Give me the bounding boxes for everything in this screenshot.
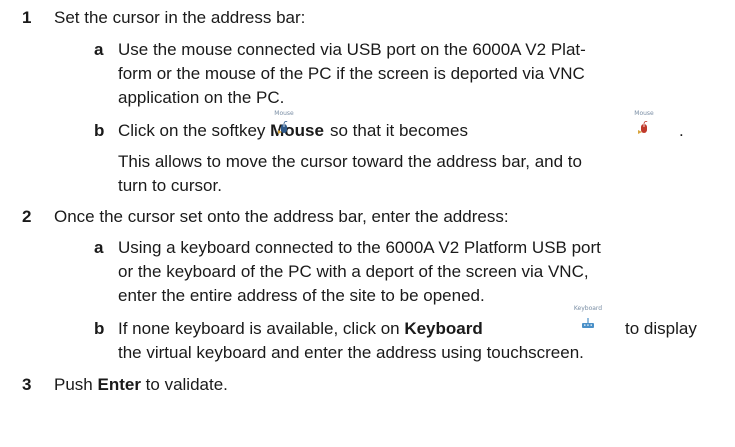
step-number: 2: [22, 207, 32, 226]
softkey-caption: Mouse: [634, 110, 654, 117]
substep-letter: b: [94, 121, 105, 140]
step-text: Push Enter to validate.: [54, 373, 228, 397]
substep-text: to display: [625, 319, 697, 338]
step-text: Once the cursor set onto the address bar…: [54, 207, 509, 226]
step-text: Set the cursor in the address bar:: [54, 8, 306, 27]
substep-line: If none keyboard is available, click on …: [118, 317, 483, 341]
note-line: This allows to move the cursor toward th…: [118, 152, 582, 171]
softkey-name: Keyboard: [404, 319, 483, 338]
keyboard-icon: [582, 318, 594, 328]
substep-text: so that it becomes: [330, 121, 468, 140]
step-number: 1: [22, 8, 32, 27]
mouse-icon: [278, 121, 288, 134]
note-line: turn to cursor.: [118, 176, 222, 195]
substep-line: Use the mouse connected via USB port on …: [118, 40, 586, 59]
substep-letter: a: [94, 40, 104, 59]
substep-line: the virtual keyboard and enter the addre…: [118, 343, 584, 362]
step-text-pre: Push: [54, 375, 98, 394]
substep-line: form or the mouse of the PC if the scree…: [118, 64, 585, 83]
softkey-caption: Mouse: [274, 110, 294, 117]
substep-line: or the keyboard of the PC with a deport …: [118, 262, 589, 281]
mouse-softkey[interactable]: Mouse: [266, 110, 302, 140]
substep-line: Using a keyboard connected to the 6000A …: [118, 238, 601, 257]
keyboard-softkey[interactable]: Keyboard: [570, 305, 606, 335]
softkey-caption: Keyboard: [573, 305, 603, 312]
substep-letter: b: [94, 319, 105, 338]
substep-text: Click on the softkey: [118, 121, 271, 140]
key-name: Enter: [97, 375, 141, 394]
substep-line: enter the entire address of the site to …: [118, 286, 485, 305]
mouse-active-softkey[interactable]: Mouse: [626, 110, 662, 140]
substep-letter: a: [94, 238, 104, 257]
step-number: 3: [22, 375, 32, 394]
substep-text: If none keyboard is available, click on: [118, 319, 405, 338]
step-text-post: to validate.: [140, 375, 228, 394]
mouse-icon: [638, 121, 648, 134]
substep-line: application on the PC.: [118, 88, 285, 107]
substep-text: .: [679, 121, 684, 140]
